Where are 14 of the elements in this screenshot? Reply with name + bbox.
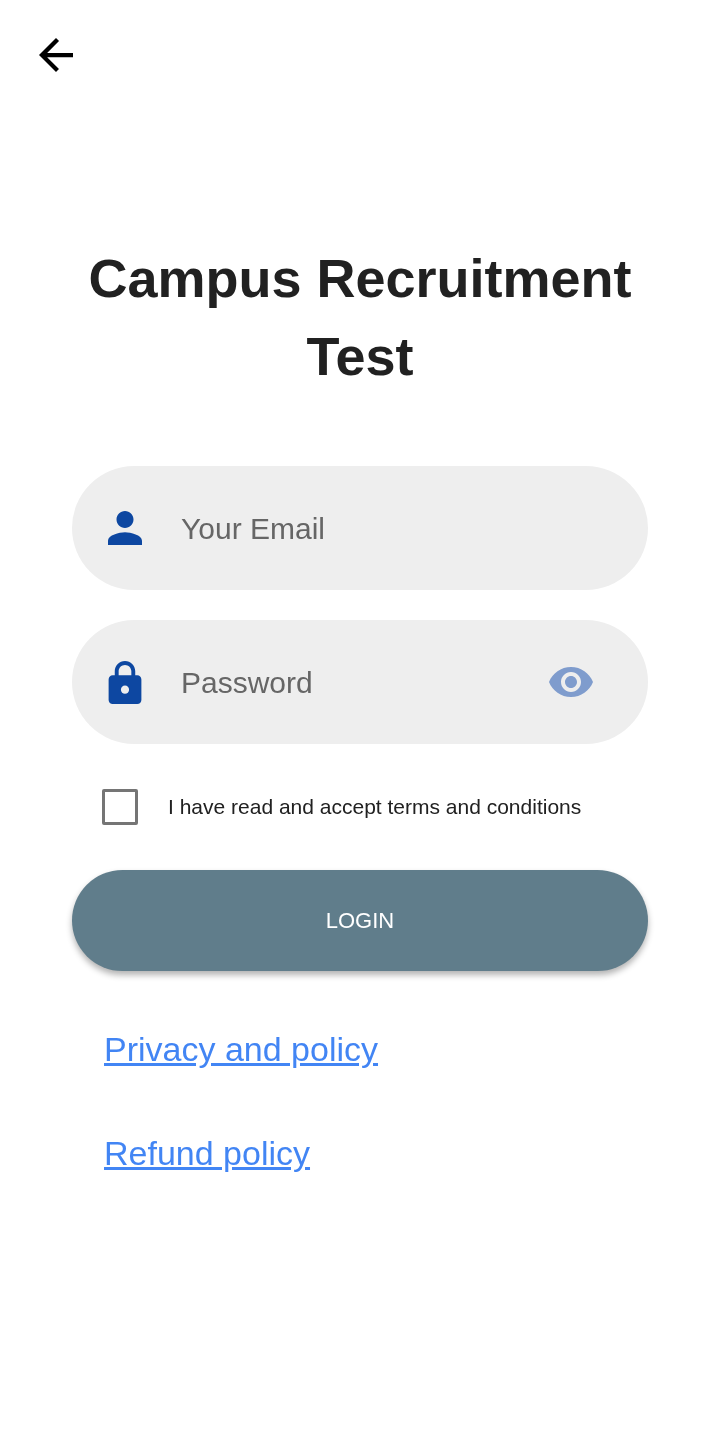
- email-input[interactable]: Your Email: [181, 508, 593, 548]
- email-field[interactable]: Your Email: [72, 466, 648, 590]
- policy-link[interactable]: Refund policy: [104, 1131, 310, 1175]
- terms-checkbox[interactable]: [102, 789, 138, 825]
- page-title: Campus Recruitment Test: [87, 247, 633, 388]
- login-button[interactable]: LOGIN: [72, 870, 648, 971]
- lock-icon: [108, 660, 142, 704]
- password-field[interactable]: Password: [72, 620, 648, 744]
- person-icon: [108, 511, 142, 545]
- password-input[interactable]: Password: [181, 662, 541, 702]
- terms-label: I have read and accept terms and conditions: [168, 794, 582, 821]
- policy-link[interactable]: Privacy and policy: [104, 1027, 378, 1071]
- eye-icon[interactable]: [549, 667, 593, 697]
- back-arrow-icon[interactable]: [39, 38, 73, 72]
